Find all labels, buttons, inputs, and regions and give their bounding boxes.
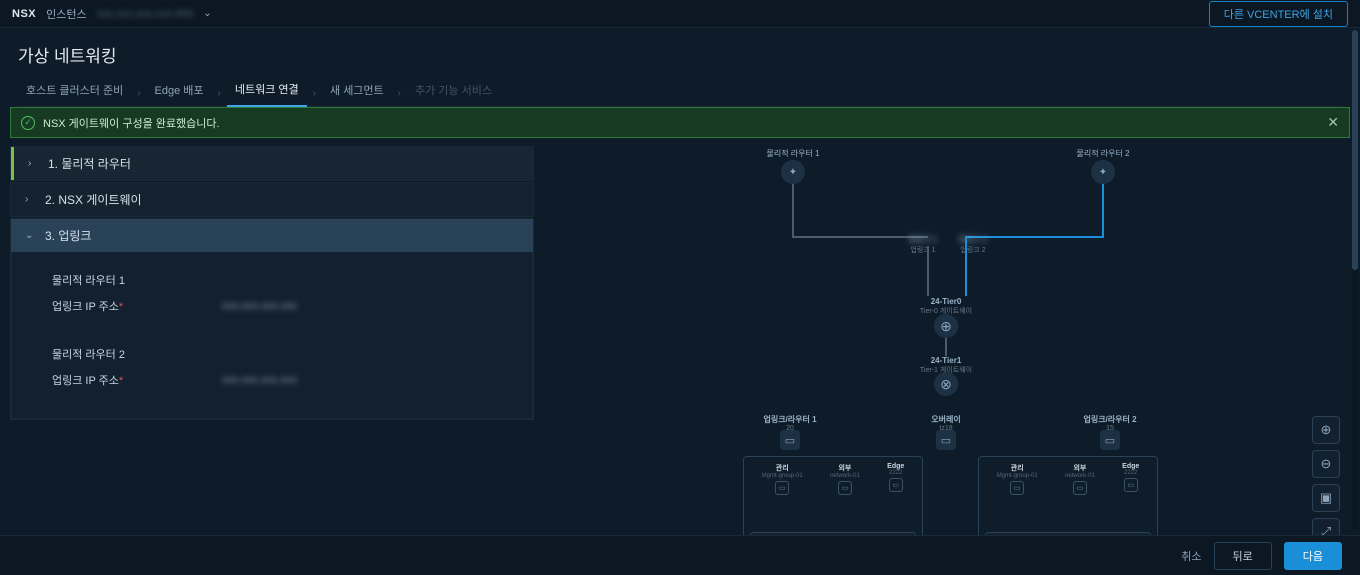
uplink-ip-value-1: xxx.xxx.xxx.xxx [222,300,297,312]
accordion-header[interactable]: › 2. NSX 게이트웨이 [11,183,533,216]
header: 가상 네트워킹 호스트 클러스터 준비 › Edge 배포 › 네트워크 연결 … [0,28,1360,107]
router-icon [781,160,805,184]
uplink2-label: 업링크 2업링크 2 [959,234,988,255]
topology-panel[interactable]: 물리적 라우터 1 물리적 라우터 2 업링크 1업링크 1 업링크 2업링크 … [548,146,1350,538]
tab-host-cluster[interactable]: 호스트 클러스터 준비 [18,82,131,106]
chevron-right-icon: › [137,88,140,99]
cancel-button[interactable]: 취소 [1181,548,1201,564]
form-row: 업링크 IP 주소* xxx.xxx.xxx.xxx [52,298,504,314]
phys-router-1-label: 물리적 라우터 1 [766,148,819,159]
accordion-header[interactable]: › 1. 물리적 라우터 [11,147,533,180]
tab-label: 네트워크 연결 [235,81,299,97]
tab-label: 추가 기능 서비스 [415,82,492,98]
left-panel: › 1. 물리적 라우터 › 2. NSX 게이트웨이 ⌄ 3. 업링크 물리적… [10,146,534,538]
footer: 취소 뒤로 다음 [0,535,1360,575]
fit-to-screen-button[interactable]: ▣ [1312,484,1340,512]
gateway-icon [934,314,958,338]
tab-label: Edge 배포 [155,82,204,98]
cluster-box-2: 관리Mgmt-group-01▭ 외부network-01▭ Edge2222▭… [978,456,1158,538]
body: › 1. 물리적 라우터 › 2. NSX 게이트웨이 ⌄ 3. 업링크 물리적… [0,138,1360,538]
instance-label: 인스턴스 [46,6,86,22]
topbar: NSX 인스턴스 xxx.xxx.xxx.xxx:443 ⌄ 다른 VCENTE… [0,0,1360,28]
tab-label: 새 세그먼트 [330,82,384,98]
chevron-down-icon[interactable]: ⌄ [203,8,211,19]
uplink-ip-label: 업링크 IP 주소* [52,372,222,388]
edge [965,236,967,296]
cluster-box-1: 관리Mgmt-group-01▭ 외부network-01▭ Edge2222▭… [743,456,923,538]
zoom-out-button[interactable]: ⊖ [1312,450,1340,478]
router2-section-label: 물리적 라우터 2 [52,346,504,362]
chevron-right-icon: › [398,88,401,99]
accordion-title: 1. 물리적 라우터 [48,155,131,172]
edge [945,338,947,356]
back-button[interactable]: 뒤로 [1214,542,1272,570]
router1-section-label: 물리적 라우터 1 [52,272,504,288]
accordion-title: 3. 업링크 [45,227,91,244]
accordion-header[interactable]: ⌄ 3. 업링크 [11,219,533,252]
chevron-right-icon: › [25,194,35,205]
chevron-right-icon: › [313,88,316,99]
chevron-down-icon: ⌄ [25,230,35,241]
chevron-right-icon: › [28,158,38,169]
status-message: NSX 게이트웨이 구성을 완료했습니다. [43,115,220,131]
tab-edge-deploy[interactable]: Edge 배포 [147,82,212,106]
success-icon: ✓ [21,116,35,130]
topbar-left: NSX 인스턴스 xxx.xxx.xxx.xxx:443 ⌄ [12,6,212,22]
router-icon [1091,160,1115,184]
uplink-ip-value-2: xxx.xxx.xxx.xxx [222,374,297,386]
gateway-icon [934,372,958,396]
edge [792,184,794,236]
edge [1102,184,1104,236]
uplink-ip-label: 업링크 IP 주소* [52,298,222,314]
accordion-body: 물리적 라우터 1 업링크 IP 주소* xxx.xxx.xxx.xxx 물리적… [11,252,533,419]
instance-ip[interactable]: xxx.xxx.xxx.xxx:443 [97,8,194,20]
install-vcenter-button[interactable]: 다른 VCENTER에 설치 [1209,1,1348,27]
tab-addons: 추가 기능 서비스 [407,82,500,106]
accordion-title: 2. NSX 게이트웨이 [45,191,142,208]
port-icon: ▭ [936,430,956,450]
port-icon: ▭ [1100,430,1120,450]
zoom-controls: ⊕ ⊖ ▣ ⤢ ⎙ [1312,416,1340,538]
edge [927,246,929,296]
scrollbar[interactable] [1352,30,1358,530]
accordion-uplink: ⌄ 3. 업링크 물리적 라우터 1 업링크 IP 주소* xxx.xxx.xx… [10,218,534,420]
next-button[interactable]: 다음 [1284,542,1342,570]
page-title: 가상 네트워킹 [18,42,1342,67]
uplink1-label: 업링크 1업링크 1 [909,234,938,255]
close-icon[interactable]: ✕ [1327,114,1339,131]
form-row: 업링크 IP 주소* xxx.xxx.xxx.xxx [52,372,504,388]
port-icon: ▭ [780,430,800,450]
product-label: NSX [12,8,36,20]
status-bar: ✓ NSX 게이트웨이 구성을 완료했습니다. ✕ [10,107,1350,138]
scrollbar-thumb[interactable] [1352,30,1358,270]
zoom-in-button[interactable]: ⊕ [1312,416,1340,444]
tab-network-connect[interactable]: 네트워크 연결 [227,81,307,107]
edge [792,236,928,238]
phys-router-2-label: 물리적 라우터 2 [1076,148,1129,159]
tabs: 호스트 클러스터 준비 › Edge 배포 › 네트워크 연결 › 새 세그먼트… [18,81,1342,107]
accordion-physical-router: › 1. 물리적 라우터 [10,146,534,181]
tab-new-segment[interactable]: 새 세그먼트 [322,82,392,106]
accordion-nsx-gateway: › 2. NSX 게이트웨이 [10,182,534,217]
chevron-right-icon: › [218,88,221,99]
tab-label: 호스트 클러스터 준비 [26,82,123,98]
